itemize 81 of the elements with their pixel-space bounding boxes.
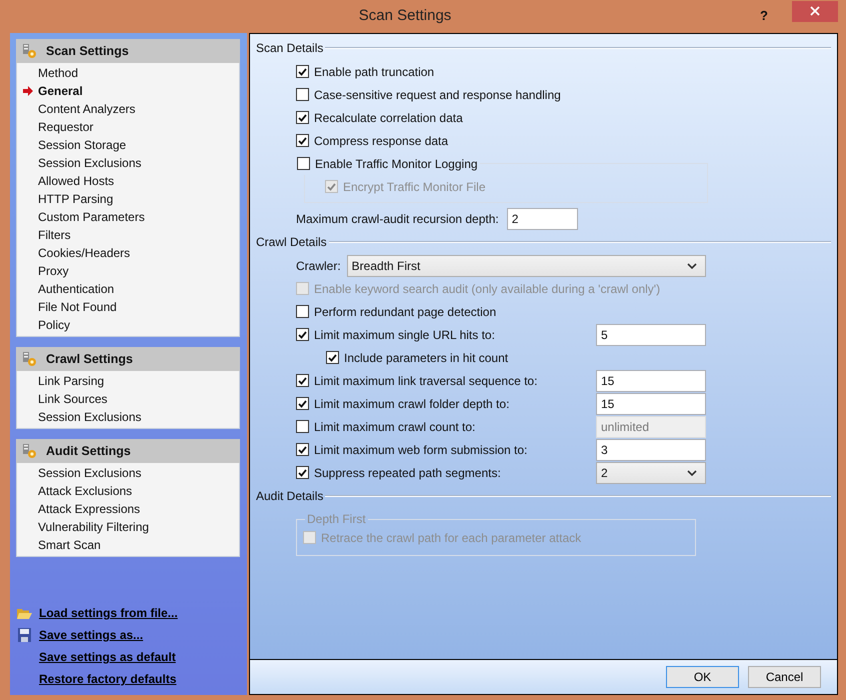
nav-item[interactable]: Cookies/Headers: [17, 244, 239, 262]
checkbox-label: Retrace the crawl path for each parameter attack: [321, 530, 582, 544]
checkbox-label: Enable path truncation: [314, 64, 434, 78]
checkbox[interactable]: [296, 466, 309, 479]
number-field[interactable]: 3: [596, 438, 706, 460]
group-label: Depth First: [306, 512, 367, 526]
dropdown[interactable]: Breadth First: [346, 254, 706, 276]
checkbox-label: Perform redundant page detection: [314, 304, 496, 318]
checkbox-label: Encrypt Traffic Monitor File: [343, 180, 486, 194]
nav-item[interactable]: Requestor: [17, 118, 239, 136]
checkbox[interactable]: [296, 111, 309, 124]
checkbox-label: Limit maximum single URL hits to:: [314, 328, 495, 342]
dropdown[interactable]: 2: [596, 462, 706, 484]
checkbox[interactable]: [296, 420, 309, 433]
settings-link[interactable]: Restore factory defaults: [39, 672, 176, 686]
checkbox[interactable]: [296, 397, 309, 410]
checkbox[interactable]: [296, 374, 309, 387]
close-icon: [810, 6, 820, 16]
number-field[interactable]: 2: [506, 208, 578, 230]
nav-item[interactable]: Session Storage: [17, 136, 239, 154]
close-button[interactable]: [792, 0, 838, 22]
number-field[interactable]: 15: [596, 392, 706, 414]
checkbox-label: Compress response data: [314, 134, 448, 148]
dialog-button[interactable]: OK: [666, 666, 739, 688]
number-field[interactable]: 15: [596, 370, 706, 392]
checkbox-label: Recalculate correlation data: [314, 110, 463, 124]
nav-item[interactable]: Session Exclusions: [17, 408, 239, 426]
help-button[interactable]: ?: [760, 8, 768, 23]
checkbox-label: Case-sensitive request and response handling: [314, 88, 561, 102]
field-label: Maximum crawl-audit recursion depth:: [296, 212, 499, 226]
checkbox[interactable]: [296, 65, 309, 78]
nav-item[interactable]: Link Sources: [17, 390, 239, 408]
nav-item[interactable]: Smart Scan: [17, 536, 239, 554]
checkbox-label: Limit maximum web form submission to:: [314, 442, 528, 456]
checkbox-label: Enable Traffic Monitor Logging: [315, 156, 478, 170]
nav-item[interactable]: HTTP Parsing: [17, 190, 239, 208]
window-title: Scan Settings: [358, 7, 452, 24]
nav-item[interactable]: Content Analyzers: [17, 100, 239, 118]
nav-item[interactable]: Session Exclusions: [17, 154, 239, 172]
nav-item[interactable]: Attack Expressions: [17, 500, 239, 518]
checkbox-label: Enable keyword search audit (only available during a 'crawl only'): [314, 282, 660, 296]
checkbox[interactable]: [297, 157, 310, 170]
nav-item[interactable]: Authentication: [17, 280, 239, 298]
nav-item[interactable]: File Not Found: [17, 298, 239, 316]
nav-item[interactable]: Policy: [17, 316, 239, 334]
field-label: Crawler:: [296, 258, 341, 272]
arrow-icon: [23, 86, 33, 96]
nav-item[interactable]: Custom Parameters: [17, 208, 239, 226]
nav-item[interactable]: Proxy: [17, 262, 239, 280]
section-title: Audit Details: [256, 489, 324, 503]
checkbox[interactable]: [326, 351, 339, 364]
nav-item[interactable]: Vulnerability Filtering: [17, 518, 239, 536]
section-title: Scan Details: [256, 41, 324, 55]
section-header[interactable]: Crawl Settings: [16, 347, 240, 371]
section-header[interactable]: Audit Settings: [16, 439, 240, 463]
checkbox-label: Limit maximum link traversal sequence to:: [314, 374, 538, 388]
checkbox-label: Limit maximum crawl count to:: [314, 420, 476, 434]
checkbox-label: Include parameters in hit count: [344, 350, 508, 364]
settings-link[interactable]: Save settings as...: [39, 628, 144, 642]
checkbox[interactable]: [296, 443, 309, 456]
caret-icon: [687, 470, 697, 476]
caret-icon: [687, 262, 697, 268]
nav-item[interactable]: General: [17, 82, 239, 100]
nav-item[interactable]: Link Parsing: [17, 372, 239, 390]
section-title: Crawl Details: [256, 235, 327, 249]
checkbox-label: Suppress repeated path segments:: [314, 466, 501, 480]
settings-link[interactable]: Save settings as default: [39, 650, 176, 664]
number-field[interactable]: 5: [596, 324, 706, 346]
nav-item[interactable]: Session Exclusions: [17, 464, 239, 482]
nav-item[interactable]: Filters: [17, 226, 239, 244]
nav-item[interactable]: Allowed Hosts: [17, 172, 239, 190]
nav-item[interactable]: Attack Exclusions: [17, 482, 239, 500]
checkbox[interactable]: [296, 134, 309, 147]
nav-item[interactable]: Method: [17, 64, 239, 82]
checkbox[interactable]: [296, 305, 309, 318]
checkbox-label: Limit maximum crawl folder depth to:: [314, 396, 510, 410]
section-header[interactable]: Scan Settings: [16, 39, 240, 63]
dialog-button[interactable]: Cancel: [748, 666, 821, 688]
checkbox[interactable]: [296, 88, 309, 101]
settings-link[interactable]: Load settings from file...: [39, 606, 178, 620]
checkbox[interactable]: [296, 328, 309, 341]
